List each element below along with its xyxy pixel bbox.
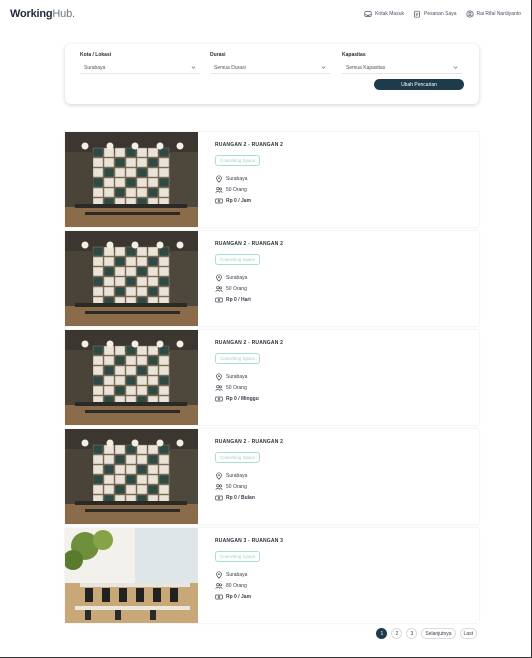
location-field: Kota / Lokasi Surabaya bbox=[80, 52, 200, 74]
duration-select[interactable]: Semua Durasi bbox=[210, 62, 330, 74]
capacity-row: 80 Orang bbox=[215, 582, 465, 590]
room-photo[interactable] bbox=[65, 231, 198, 326]
people-icon bbox=[215, 187, 223, 193]
price-row: Rp 0 / Minggu bbox=[215, 395, 465, 403]
money-icon bbox=[215, 198, 223, 204]
last-page-button[interactable]: Last bbox=[459, 628, 477, 639]
pagination: 1 2 3 Selanjutnya Last bbox=[376, 628, 477, 639]
page-3-button[interactable]: 3 bbox=[406, 628, 418, 639]
room-meta: Surabaya 80 Orang Rp 0 / Jam bbox=[215, 571, 465, 601]
location-pin-icon bbox=[216, 571, 222, 579]
nav-orders[interactable]: Pesanan Saya bbox=[413, 10, 457, 18]
location-pin-icon bbox=[216, 274, 222, 282]
room-meta: Surabaya 50 Orang Rp 0 / Jam bbox=[215, 175, 465, 205]
money-icon bbox=[215, 594, 223, 600]
location-row: Surabaya bbox=[215, 274, 465, 282]
chevron-down-icon bbox=[191, 66, 196, 69]
people-icon bbox=[215, 286, 223, 292]
duration-label: Durasi bbox=[210, 52, 226, 58]
capacity-row: 50 Orang bbox=[215, 384, 465, 392]
room-card[interactable]: RUANGAN 2 - RUANGAN 2 Coworking Space Sura… bbox=[65, 429, 479, 524]
room-info: RUANGAN 2 - RUANGAN 2 Coworking Space Sura… bbox=[215, 142, 465, 205]
search-card: Kota / Lokasi Surabaya Durasi Semua Dura… bbox=[65, 44, 479, 104]
location-row: Surabaya bbox=[215, 175, 465, 183]
room-card[interactable]: RUANGAN 3 - RUANGAN 3 Coworking Space Sura… bbox=[65, 528, 479, 623]
room-card[interactable]: RUANGAN 2 - RUANGAN 2 Coworking Space Sura… bbox=[65, 231, 479, 326]
category-badge: Coworking Space bbox=[215, 254, 261, 265]
people-icon bbox=[215, 583, 223, 589]
money-icon bbox=[215, 495, 223, 501]
category-badge: Coworking Space bbox=[215, 155, 261, 166]
chevron-down-icon bbox=[453, 66, 458, 69]
next-page-button[interactable]: Selanjutnya bbox=[421, 628, 456, 639]
price-row: Rp 0 / Jam bbox=[215, 593, 465, 601]
clipboard-icon bbox=[414, 10, 420, 18]
room-photo[interactable] bbox=[65, 330, 198, 425]
nav-user[interactable]: Rai Rifal Nardiyanto bbox=[465, 10, 521, 18]
capacity-select[interactable]: Semua Kapasitas bbox=[342, 62, 462, 74]
people-icon bbox=[215, 385, 223, 391]
room-meta: Surabaya 50 Orang Rp 0 / Minggu bbox=[215, 373, 465, 403]
location-pin-icon bbox=[216, 373, 222, 381]
location-row: Surabaya bbox=[215, 571, 465, 579]
room-list: RUANGAN 2 - RUANGAN 2 Coworking Space Sura… bbox=[65, 132, 479, 627]
location-pin-icon bbox=[216, 175, 222, 183]
top-nav: Kotak Masuk Pesanan Saya Rai Rifal Nardi… bbox=[364, 10, 521, 18]
top-header: WorkingHub. Kotak Masuk Pesanan Saya Rai… bbox=[0, 0, 531, 28]
location-label: Kota / Lokasi bbox=[80, 52, 112, 58]
room-title[interactable]: RUANGAN 2 - RUANGAN 2 bbox=[215, 439, 465, 445]
logo[interactable]: WorkingHub. bbox=[10, 8, 75, 20]
room-card[interactable]: RUANGAN 2 - RUANGAN 2 Coworking Space Sura… bbox=[65, 330, 479, 425]
duration-field: Durasi Semua Durasi bbox=[210, 52, 330, 74]
price-row: Rp 0 / Jam bbox=[215, 197, 465, 205]
price-row: Rp 0 / Hari bbox=[215, 296, 465, 304]
category-badge: Coworking Space bbox=[215, 551, 261, 562]
money-icon bbox=[215, 396, 223, 402]
location-row: Surabaya bbox=[215, 472, 465, 480]
room-title[interactable]: RUANGAN 2 - RUANGAN 2 bbox=[215, 340, 465, 346]
category-badge: Coworking Space bbox=[215, 452, 261, 463]
page-2-button[interactable]: 2 bbox=[391, 628, 403, 639]
capacity-label: Kapasitas bbox=[342, 52, 366, 58]
room-info: RUANGAN 2 - RUANGAN 2 Coworking Space Sura… bbox=[215, 340, 465, 403]
room-photo[interactable] bbox=[65, 132, 198, 227]
update-search-button[interactable]: Ubah Pencarian bbox=[374, 79, 464, 90]
page-1-button[interactable]: 1 bbox=[376, 628, 388, 639]
room-info: RUANGAN 2 - RUANGAN 2 Coworking Space Sura… bbox=[215, 241, 465, 304]
user-icon bbox=[465, 10, 474, 18]
money-icon bbox=[215, 297, 223, 303]
inbox-icon bbox=[364, 11, 372, 17]
room-title[interactable]: RUANGAN 2 - RUANGAN 2 bbox=[215, 142, 465, 148]
location-pin-icon bbox=[216, 472, 222, 480]
room-card[interactable]: RUANGAN 2 - RUANGAN 2 Coworking Space Sura… bbox=[65, 132, 479, 227]
room-meta: Surabaya 50 Orang Rp 0 / Bulan bbox=[215, 472, 465, 502]
room-title[interactable]: RUANGAN 2 - RUANGAN 2 bbox=[215, 241, 465, 247]
room-photo[interactable] bbox=[65, 528, 198, 623]
location-row: Surabaya bbox=[215, 373, 465, 381]
capacity-row: 50 Orang bbox=[215, 186, 465, 194]
chevron-down-icon bbox=[321, 66, 326, 69]
capacity-field: Kapasitas Semua Kapasitas bbox=[342, 52, 462, 74]
room-title[interactable]: RUANGAN 3 - RUANGAN 3 bbox=[215, 538, 465, 544]
room-photo[interactable] bbox=[65, 429, 198, 524]
category-badge: Coworking Space bbox=[215, 353, 261, 364]
people-icon bbox=[215, 484, 223, 490]
room-meta: Surabaya 50 Orang Rp 0 / Hari bbox=[215, 274, 465, 304]
location-select[interactable]: Surabaya bbox=[80, 62, 200, 74]
capacity-row: 50 Orang bbox=[215, 483, 465, 491]
capacity-row: 50 Orang bbox=[215, 285, 465, 293]
room-info: RUANGAN 3 - RUANGAN 3 Coworking Space Sura… bbox=[215, 538, 465, 601]
room-info: RUANGAN 2 - RUANGAN 2 Coworking Space Sura… bbox=[215, 439, 465, 502]
price-row: Rp 0 / Bulan bbox=[215, 494, 465, 502]
nav-inbox[interactable]: Kotak Masuk bbox=[364, 10, 404, 18]
